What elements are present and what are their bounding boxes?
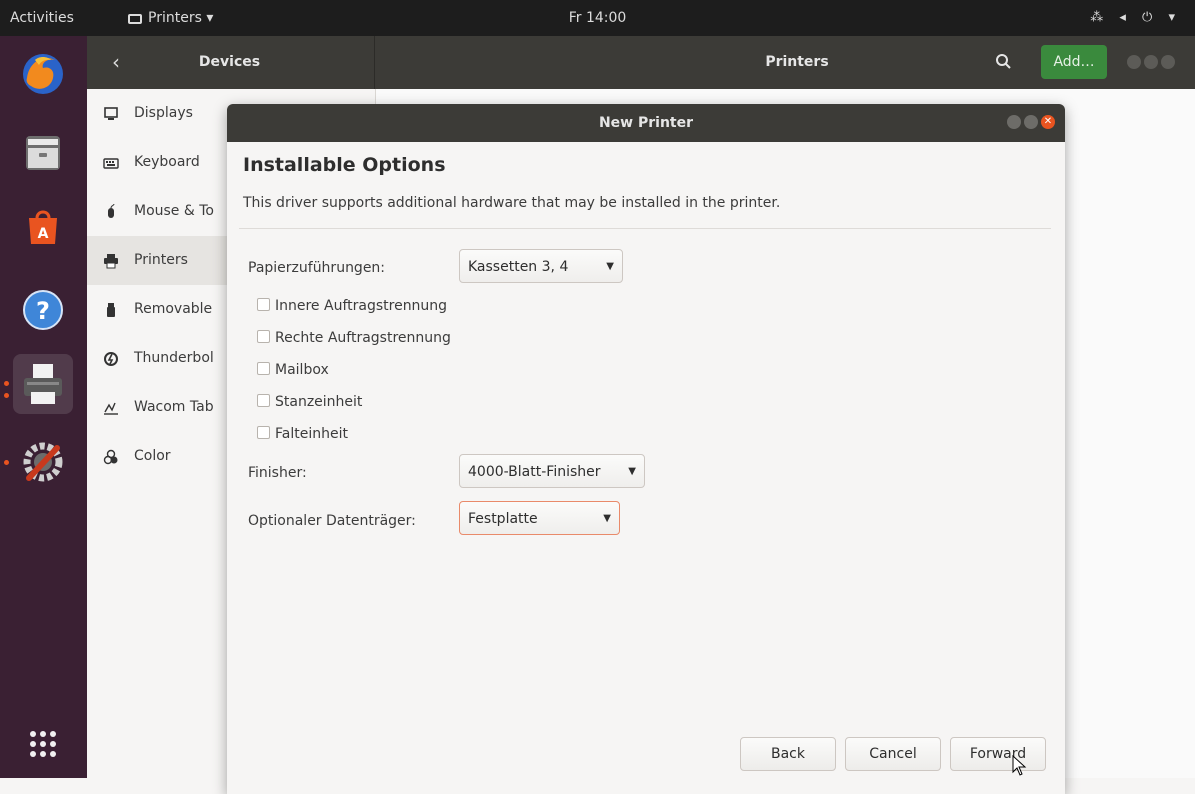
color-icon bbox=[103, 449, 118, 465]
checkbox[interactable] bbox=[257, 362, 270, 375]
combo-value: 4000-Blatt-Finisher bbox=[468, 464, 601, 480]
mouse-icon bbox=[108, 204, 115, 218]
finisher-combo[interactable]: 4000-Blatt-Finisher ▼ bbox=[459, 454, 645, 488]
storage-combo[interactable]: Festplatte ▼ bbox=[459, 501, 620, 535]
maximize-button[interactable] bbox=[1024, 115, 1038, 129]
chevron-down-icon: ▼ bbox=[628, 466, 636, 477]
firefox-icon[interactable] bbox=[13, 44, 73, 104]
running-indicator bbox=[4, 460, 9, 465]
printer-icon bbox=[104, 254, 118, 269]
sidebar-item-label: Wacom Tab bbox=[134, 399, 214, 415]
new-printer-dialog: New Printer ✕ Installable Options This d… bbox=[227, 104, 1065, 794]
mouse-cursor-icon bbox=[1012, 755, 1027, 776]
svg-text:?: ? bbox=[36, 297, 50, 325]
paper-feed-combo[interactable]: Kassetten 3, 4 ▼ bbox=[459, 249, 623, 283]
dock: A ? bbox=[0, 36, 87, 778]
add-printer-button[interactable]: Add… bbox=[1041, 45, 1107, 79]
files-icon[interactable] bbox=[13, 122, 73, 182]
checkbox-label: Stanzeinheit bbox=[275, 394, 363, 410]
svg-text:A: A bbox=[38, 226, 49, 242]
settings-icon[interactable] bbox=[13, 432, 73, 492]
maximize-button[interactable] bbox=[1144, 55, 1158, 69]
thunderbolt-icon bbox=[104, 352, 118, 366]
page-title: Printers bbox=[765, 54, 829, 70]
sidebar-item-label: Thunderbol bbox=[134, 350, 214, 366]
running-indicator bbox=[4, 393, 9, 398]
help-icon[interactable]: ? bbox=[13, 280, 73, 340]
dialog-window-controls: ✕ bbox=[1004, 115, 1055, 131]
clock[interactable]: Fr 14:00 bbox=[0, 0, 1195, 36]
chevron-down-icon: ▼ bbox=[606, 261, 614, 272]
wacom-tablet-icon bbox=[104, 402, 118, 415]
checkbox[interactable] bbox=[257, 298, 270, 311]
combo-value: Kassetten 3, 4 bbox=[468, 259, 569, 275]
checkbox-right-job-separator[interactable]: Rechte Auftragstrennung bbox=[257, 328, 451, 348]
checkbox[interactable] bbox=[257, 330, 270, 343]
sidebar-item-label: Keyboard bbox=[134, 154, 200, 170]
sidebar-item-label: Displays bbox=[134, 105, 193, 121]
display-icon bbox=[104, 107, 118, 120]
header-divider bbox=[374, 36, 375, 89]
sidebar-item-label: Mouse & To bbox=[134, 203, 214, 219]
printer-icon[interactable] bbox=[13, 354, 73, 414]
minimize-button[interactable] bbox=[1007, 115, 1021, 129]
close-button[interactable] bbox=[1161, 55, 1175, 69]
top-bar: Activities Printers ▾ Fr 14:00 ⁂ ◂ ⏻ ▾ bbox=[0, 0, 1195, 36]
dialog-title: New Printer bbox=[598, 115, 694, 131]
paper-feed-label: Papierzuführungen: bbox=[248, 260, 386, 276]
chevron-down-icon: ▼ bbox=[603, 513, 611, 524]
settings-headerbar: ‹ Devices Printers Add… bbox=[87, 36, 1195, 89]
checkbox[interactable] bbox=[257, 426, 270, 439]
checkbox-label: Falteinheit bbox=[275, 426, 348, 442]
sidebar-item-label: Removable bbox=[134, 301, 213, 317]
minimize-button[interactable] bbox=[1127, 55, 1141, 69]
cancel-button[interactable]: Cancel bbox=[845, 737, 941, 771]
checkbox-mailbox[interactable]: Mailbox bbox=[257, 360, 329, 380]
sidebar-item-label: Color bbox=[134, 448, 171, 464]
grid-icon[interactable] bbox=[13, 714, 73, 774]
keyboard-icon bbox=[103, 158, 119, 169]
finisher-label: Finisher: bbox=[248, 465, 307, 481]
forward-button[interactable]: Forward bbox=[950, 737, 1046, 771]
combo-value: Festplatte bbox=[468, 511, 538, 527]
checkbox-punch-unit[interactable]: Stanzeinheit bbox=[257, 392, 362, 412]
checkbox[interactable] bbox=[257, 394, 270, 407]
search-icon bbox=[996, 54, 1011, 69]
divider bbox=[239, 228, 1051, 229]
checkbox-inner-job-separator[interactable]: Innere Auftragstrennung bbox=[257, 296, 447, 316]
checkbox-label: Mailbox bbox=[275, 362, 329, 378]
sidebar-item-label: Printers bbox=[134, 252, 188, 268]
running-indicator bbox=[4, 381, 9, 386]
removable-media-icon bbox=[107, 303, 115, 317]
sidebar-title: Devices bbox=[198, 54, 261, 70]
checkbox-folding-unit[interactable]: Falteinheit bbox=[257, 424, 348, 444]
section-title: Installable Options bbox=[243, 154, 446, 176]
dialog-titlebar[interactable]: New Printer ✕ bbox=[227, 104, 1065, 142]
software-icon[interactable]: A bbox=[13, 196, 73, 256]
system-menu[interactable]: ⁂ ◂ ⏻ ▾ bbox=[1090, 0, 1181, 36]
checkbox-label: Rechte Auftragstrennung bbox=[275, 330, 451, 346]
search-button[interactable] bbox=[987, 46, 1021, 78]
section-description: This driver supports additional hardware… bbox=[243, 195, 781, 211]
storage-label: Optionaler Datenträger: bbox=[248, 513, 416, 529]
checkbox-label: Innere Auftragstrennung bbox=[275, 298, 448, 314]
back-button[interactable]: Back bbox=[740, 737, 836, 771]
window-controls bbox=[1127, 55, 1195, 71]
close-button[interactable]: ✕ bbox=[1041, 115, 1055, 129]
back-button[interactable]: ‹ bbox=[99, 46, 133, 78]
